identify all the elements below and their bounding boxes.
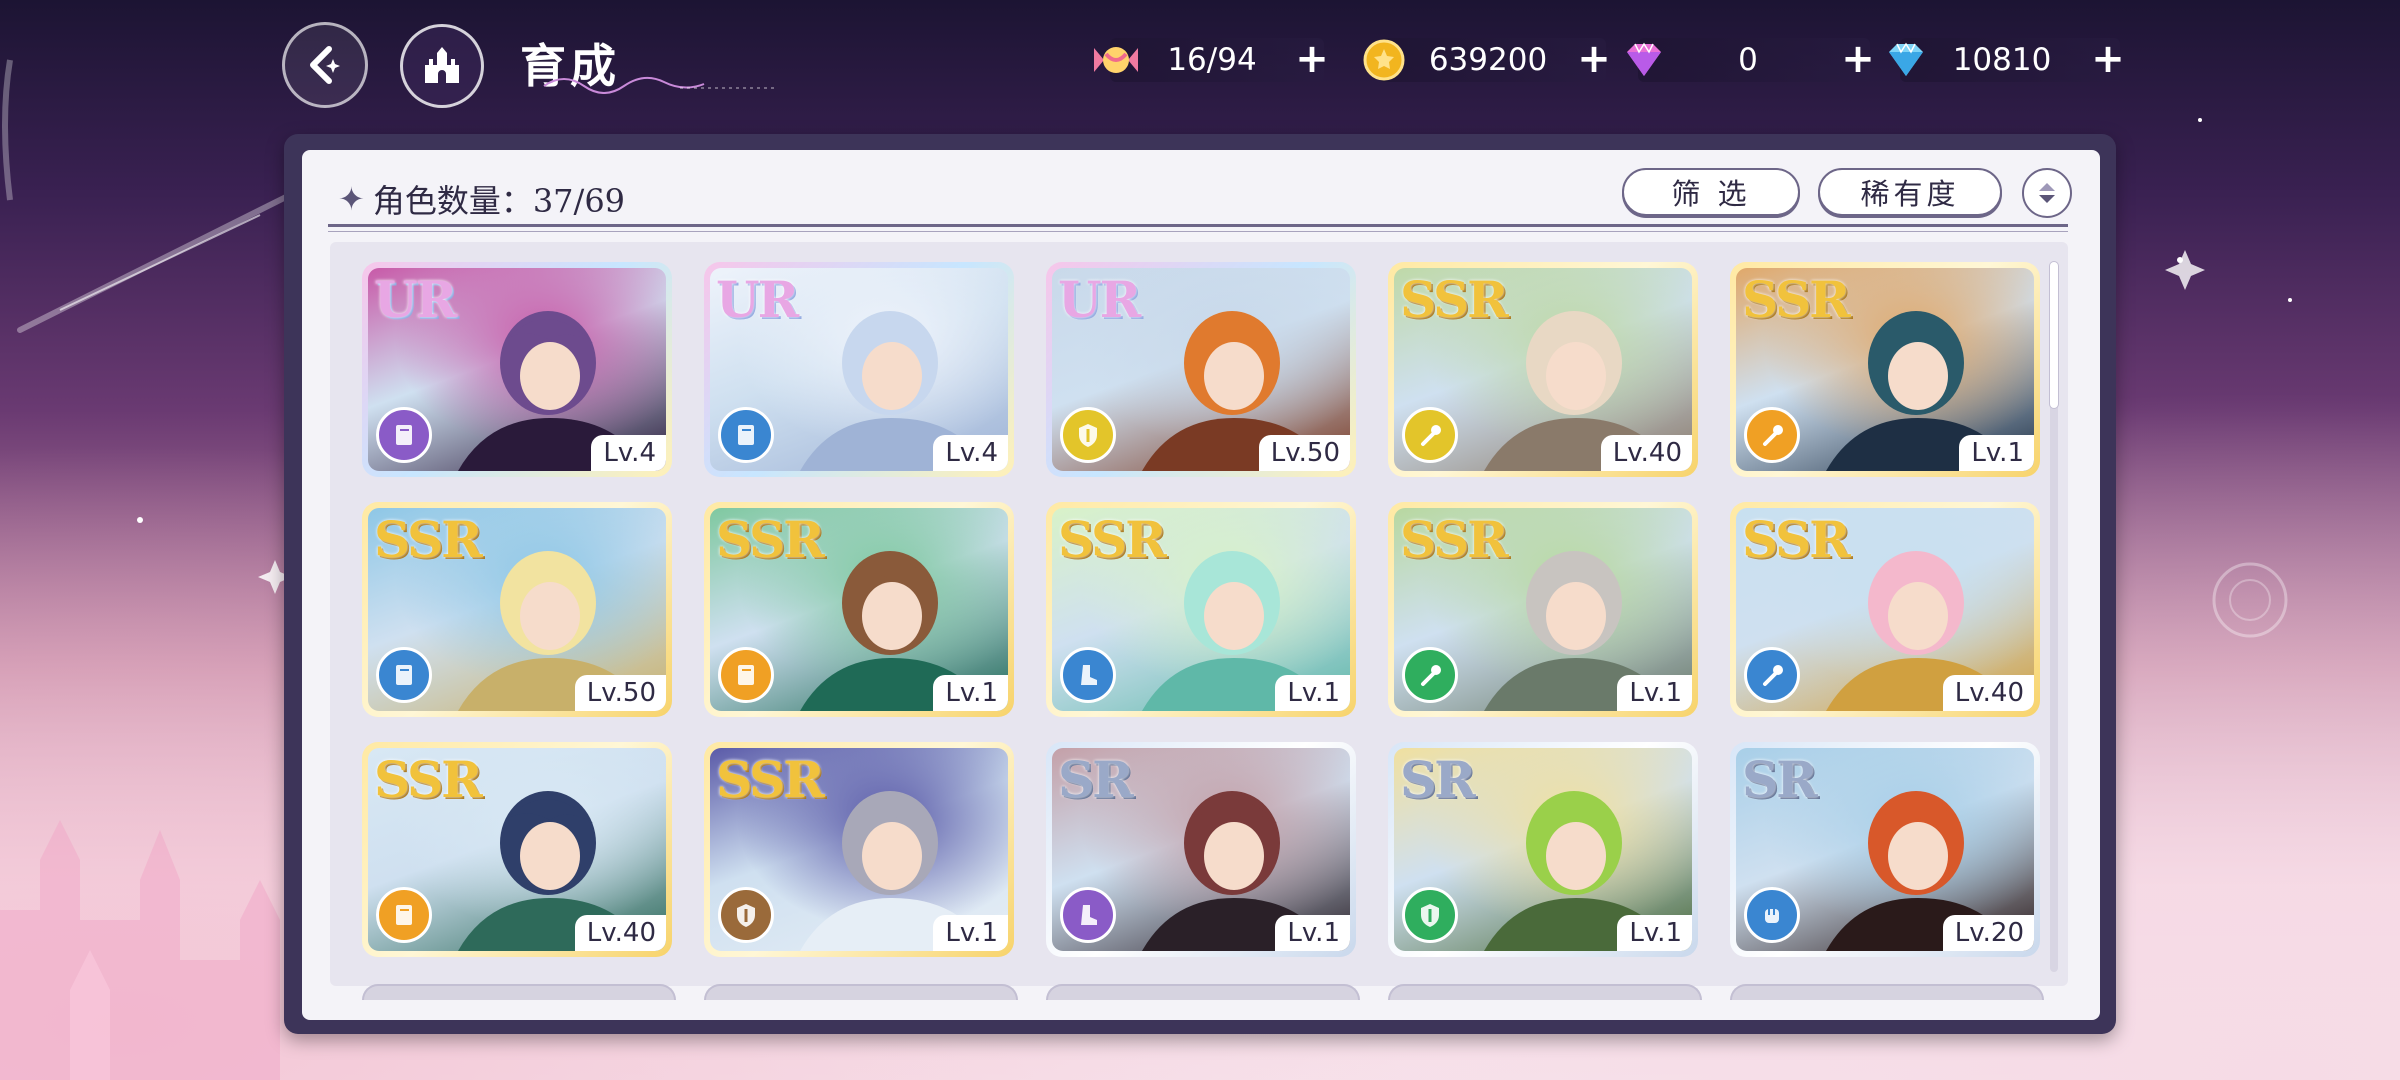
level-label: Lv.4 [933,435,1008,471]
wand-icon [1402,407,1458,463]
title-flourish [543,76,776,94]
candy-icon [1090,34,1142,86]
wand-icon [1744,407,1800,463]
card-peek [1046,984,1360,1000]
back-arrow-icon [310,46,340,84]
rarity-badge: SSR [1058,510,1167,569]
character-card[interactable]: UR Lv.4 [362,262,672,477]
rarity-badge: SR [1742,750,1818,809]
boot-icon [1060,887,1116,943]
filter-button[interactable]: 筛 选 [1622,168,1800,216]
book-icon [718,647,774,703]
card-peek [362,984,676,1000]
rarity-badge: SR [1400,750,1476,809]
rarity-badge: SSR [716,510,825,569]
sort-arrows-icon [2039,183,2055,203]
level-label: Lv.40 [1942,675,2034,711]
shield-icon [1060,407,1116,463]
pink-gem-icon [1618,34,1670,86]
grid-scroll-thumb[interactable] [2050,262,2058,408]
rarity-badge: UR [374,270,457,329]
shield-icon [718,887,774,943]
add-gold-button[interactable]: + [1576,39,1612,79]
level-label: Lv.1 [933,915,1008,951]
character-card[interactable]: SSR Lv.1 [1388,502,1698,717]
diamond-value: 10810 [1952,42,2052,78]
rarity-badge: SSR [374,750,483,809]
book-icon [718,407,774,463]
level-label: Lv.1 [1959,435,2034,471]
character-card[interactable]: SSR Lv.40 [1388,262,1698,477]
rarity-badge: SSR [1400,270,1509,329]
gold-coin-icon [1358,34,1410,86]
rarity-badge: SSR [374,510,483,569]
castle-home-icon [425,47,459,83]
level-label: Lv.50 [574,675,666,711]
sparkle-icon: ✦ [338,180,365,218]
header-divider [328,224,2068,227]
character-card[interactable]: SR Lv.1 [1388,742,1698,957]
character-card[interactable]: SSR Lv.1 [704,742,1014,957]
rarity-badge: SSR [716,750,825,809]
resource-pink-gem: 0 + [1618,34,1875,86]
level-label: Lv.1 [1275,675,1350,711]
rarity-badge: SR [1058,750,1134,809]
rarity-badge: SSR [1400,510,1509,569]
rarity-sort-button[interactable]: 稀有度 [1818,168,2002,216]
candy-value: 16/94 [1167,42,1257,78]
shield-icon [1402,887,1458,943]
level-label: Lv.4 [591,435,666,471]
level-label: Lv.40 [574,915,666,951]
pink-gem-value: 0 [1738,42,1758,78]
level-label: Lv.50 [1258,435,1350,471]
character-card[interactable]: SSR Lv.1 [1046,502,1356,717]
level-label: Lv.1 [1275,915,1350,951]
back-button[interactable] [282,22,368,108]
level-label: Lv.20 [1942,915,2034,951]
sort-order-button[interactable] [2022,168,2072,218]
character-card[interactable]: SR Lv.20 [1730,742,2040,957]
gold-value: 639200 [1428,42,1548,78]
level-label: Lv.1 [1617,675,1692,711]
rarity-badge: SSR [1742,510,1851,569]
wand-icon [1744,647,1800,703]
character-card[interactable]: SSR Lv.1 [704,502,1014,717]
add-candy-button[interactable]: + [1294,39,1330,79]
add-diamond-button[interactable]: + [2090,39,2126,79]
character-count-label: 角色数量：37/69 [372,182,626,220]
character-card[interactable]: UR Lv.4 [704,262,1014,477]
card-peek [1388,984,1702,1000]
book-icon [376,887,432,943]
rarity-badge: UR [716,270,799,329]
character-card[interactable]: UR Lv.50 [1046,262,1356,477]
character-card[interactable]: SR Lv.1 [1046,742,1356,957]
card-peek [1730,984,2044,1000]
book-icon [376,647,432,703]
wand-icon [1402,647,1458,703]
character-card[interactable]: SSR Lv.40 [1730,502,2040,717]
book-icon [376,407,432,463]
blue-diamond-icon [1880,34,1932,86]
card-peek [704,984,1018,1000]
level-label: Lv.1 [933,675,1008,711]
rarity-badge: UR [1058,270,1141,329]
resource-diamond: 10810 + [1880,34,2125,86]
fist-icon [1744,887,1800,943]
resource-candy: 16/94 + [1090,34,1329,86]
home-button[interactable] [400,24,484,108]
character-count: ✦ 角色数量：37/69 [338,176,625,222]
add-pink-gem-button[interactable]: + [1840,39,1876,79]
character-card[interactable]: SSR Lv.50 [362,502,672,717]
level-label: Lv.1 [1617,915,1692,951]
level-label: Lv.40 [1600,435,1692,471]
resource-gold: 639200 + [1358,34,1611,86]
character-card[interactable]: SSR Lv.40 [362,742,672,957]
boot-icon [1060,647,1116,703]
character-card[interactable]: SSR Lv.1 [1730,262,2040,477]
rarity-badge: SSR [1742,270,1851,329]
